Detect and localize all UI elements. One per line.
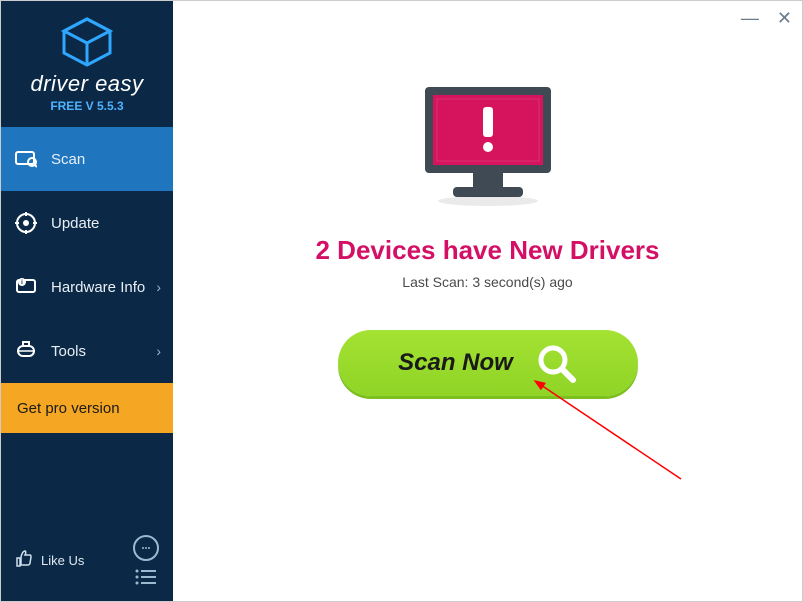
scan-icon [15, 148, 37, 170]
bottom-icons [133, 535, 159, 585]
last-scan-text: Last Scan: 3 second(s) ago [402, 274, 572, 290]
sidebar-bottom: Like Us [1, 525, 173, 601]
sidebar-item-label: Hardware Info [51, 279, 145, 296]
sidebar-item-scan[interactable]: Scan [1, 127, 173, 191]
sidebar-item-tools[interactable]: Tools › [1, 319, 173, 383]
main-center: 2 Devices have New Drivers Last Scan: 3 … [173, 1, 802, 396]
alert-monitor-icon [413, 81, 563, 211]
get-pro-button[interactable]: Get pro version [1, 383, 173, 433]
logo-area: driver easy FREE V 5.5.3 [1, 1, 173, 123]
magnify-icon [535, 342, 577, 384]
minimize-button[interactable]: — [741, 9, 759, 27]
brand-name: driver easy [1, 71, 173, 97]
sidebar-item-label: Scan [51, 151, 85, 168]
sidebar-item-label: Tools [51, 343, 86, 360]
menu-icon[interactable] [134, 569, 158, 585]
logo-icon [60, 17, 114, 67]
scan-now-label: Scan Now [398, 349, 513, 377]
version-label: FREE V 5.5.3 [1, 99, 173, 113]
update-icon [15, 212, 37, 234]
app-window: driver easy FREE V 5.5.3 Scan Update i [0, 0, 803, 602]
nav: Scan Update i Hardware Info › Tools [1, 127, 173, 383]
feedback-icon[interactable] [133, 535, 159, 561]
window-controls: — ✕ [741, 9, 792, 27]
scan-now-button[interactable]: Scan Now [338, 330, 638, 396]
like-us-label: Like Us [41, 553, 84, 568]
main-panel: — ✕ 2 Devices have New Drivers Last Scan… [173, 1, 802, 601]
get-pro-label: Get pro version [17, 400, 120, 417]
chevron-right-icon: › [156, 279, 161, 295]
tools-icon [15, 340, 37, 362]
chevron-right-icon: › [156, 343, 161, 359]
hardware-icon: i [15, 276, 37, 298]
headline-text: 2 Devices have New Drivers [316, 235, 660, 266]
sidebar: driver easy FREE V 5.5.3 Scan Update i [1, 1, 173, 601]
close-button[interactable]: ✕ [777, 9, 792, 27]
sidebar-item-hardware[interactable]: i Hardware Info › [1, 255, 173, 319]
thumbs-up-icon [15, 550, 33, 571]
sidebar-item-update[interactable]: Update [1, 191, 173, 255]
like-us-button[interactable]: Like Us [15, 550, 84, 571]
sidebar-item-label: Update [51, 215, 99, 232]
